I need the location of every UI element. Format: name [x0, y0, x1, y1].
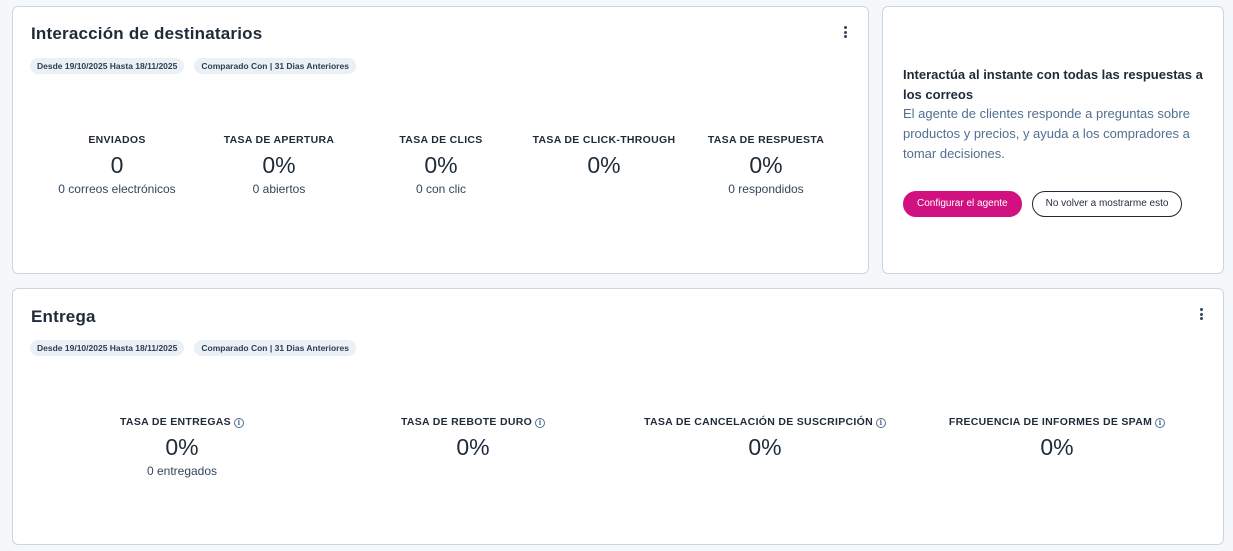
- metric-unsubscribe-rate: TASA DE CANCELACIÓN DE SUSCRIPCIÓN i 0%: [625, 415, 905, 464]
- date-range-pill[interactable]: Desde 19/10/2025 Hasta 18/11/2025: [30, 58, 185, 74]
- metric-sub: 0 con clic: [415, 182, 467, 196]
- metric-click-rate: TASA DE CLICS 0% 0 con clic: [351, 133, 531, 196]
- metric-label: TASA DE CANCELACIÓN DE SUSCRIPCIÓN: [644, 416, 873, 428]
- metric-delivery-rate: TASA DE ENTREGAS i 0% 0 entregados: [62, 415, 302, 478]
- metric-sub: 0 abiertos: [252, 182, 306, 196]
- metric-value: 0%: [587, 152, 621, 178]
- filter-pills: Desde 19/10/2025 Hasta 18/11/2025 Compar…: [30, 340, 356, 356]
- metric-click-through-rate: TASA DE CLICK-THROUGH 0%: [514, 133, 694, 182]
- metric-value: 0%: [424, 152, 458, 178]
- metric-label: TASA DE CLICS: [399, 134, 483, 146]
- metric-sub: 0 entregados: [146, 464, 218, 478]
- vertical-ellipsis-icon[interactable]: [1196, 306, 1206, 322]
- metric-label: TASA DE CLICK-THROUGH: [532, 134, 676, 146]
- metric-value: 0%: [748, 434, 782, 460]
- delivery-card: Entrega Desde 19/10/2025 Hasta 18/11/202…: [12, 288, 1224, 545]
- metric-spam-report-rate: FRECUENCIA DE INFORMES DE SPAM i 0%: [927, 415, 1187, 464]
- filter-pills: Desde 19/10/2025 Hasta 18/11/2025 Compar…: [30, 58, 356, 74]
- dont-show-again-button[interactable]: No volver a mostrarme esto: [1031, 191, 1183, 217]
- customer-agent-promo-card: Interactúa al instante con todas las res…: [882, 6, 1224, 274]
- metric-value: 0%: [262, 152, 296, 178]
- info-circle-icon[interactable]: i: [233, 418, 244, 428]
- metric-value: 0%: [165, 434, 199, 460]
- metric-value: 0: [110, 152, 124, 178]
- recipient-interaction-card: Interacción de destinatarios Desde 19/10…: [12, 6, 869, 274]
- comparison-pill[interactable]: Comparado Con | 31 Dias Anteriores: [194, 340, 356, 356]
- metric-label: TASA DE REBOTE DURO: [400, 416, 533, 428]
- metric-reply-rate: TASA DE RESPUESTA 0% 0 respondidos: [676, 133, 856, 196]
- info-circle-icon[interactable]: i: [875, 418, 886, 428]
- configure-agent-button[interactable]: Configurar el agente: [903, 191, 1022, 217]
- vertical-ellipsis-icon[interactable]: [840, 24, 850, 40]
- metric-sub: 0 respondidos: [728, 182, 804, 196]
- date-range-pill[interactable]: Desde 19/10/2025 Hasta 18/11/2025: [30, 340, 185, 356]
- comparison-pill[interactable]: Comparado Con | 31 Dias Anteriores: [194, 58, 356, 74]
- promo-title: Interactúa al instante con todas las res…: [903, 67, 1203, 102]
- info-circle-icon[interactable]: i: [1155, 418, 1166, 428]
- metric-hard-bounce-rate: TASA DE REBOTE DURO i 0%: [353, 415, 593, 464]
- metric-sent: ENVIADOS 0 0 correos electrónicos: [27, 133, 207, 196]
- card-title: Interacción de destinatarios: [31, 24, 263, 43]
- metric-value: 0%: [749, 152, 783, 178]
- metric-value: 0%: [456, 434, 490, 460]
- metric-value: 0%: [1040, 434, 1074, 460]
- card-title: Entrega: [31, 307, 96, 326]
- metric-label: ENVIADOS: [88, 134, 146, 146]
- metric-label: FRECUENCIA DE INFORMES DE SPAM: [948, 416, 1153, 428]
- metric-open-rate: TASA DE APERTURA 0% 0 abiertos: [189, 133, 369, 196]
- metric-label: TASA DE APERTURA: [223, 134, 335, 146]
- promo-description: El agente de clientes responde a pregunt…: [903, 106, 1190, 161]
- metric-sub: 0 correos electrónicos: [58, 182, 176, 196]
- info-circle-icon[interactable]: i: [535, 418, 546, 428]
- metric-label: TASA DE ENTREGAS: [120, 416, 231, 428]
- metric-label: TASA DE RESPUESTA: [707, 134, 825, 146]
- promo-actions: Configurar el agente No volver a mostrar…: [903, 191, 1183, 217]
